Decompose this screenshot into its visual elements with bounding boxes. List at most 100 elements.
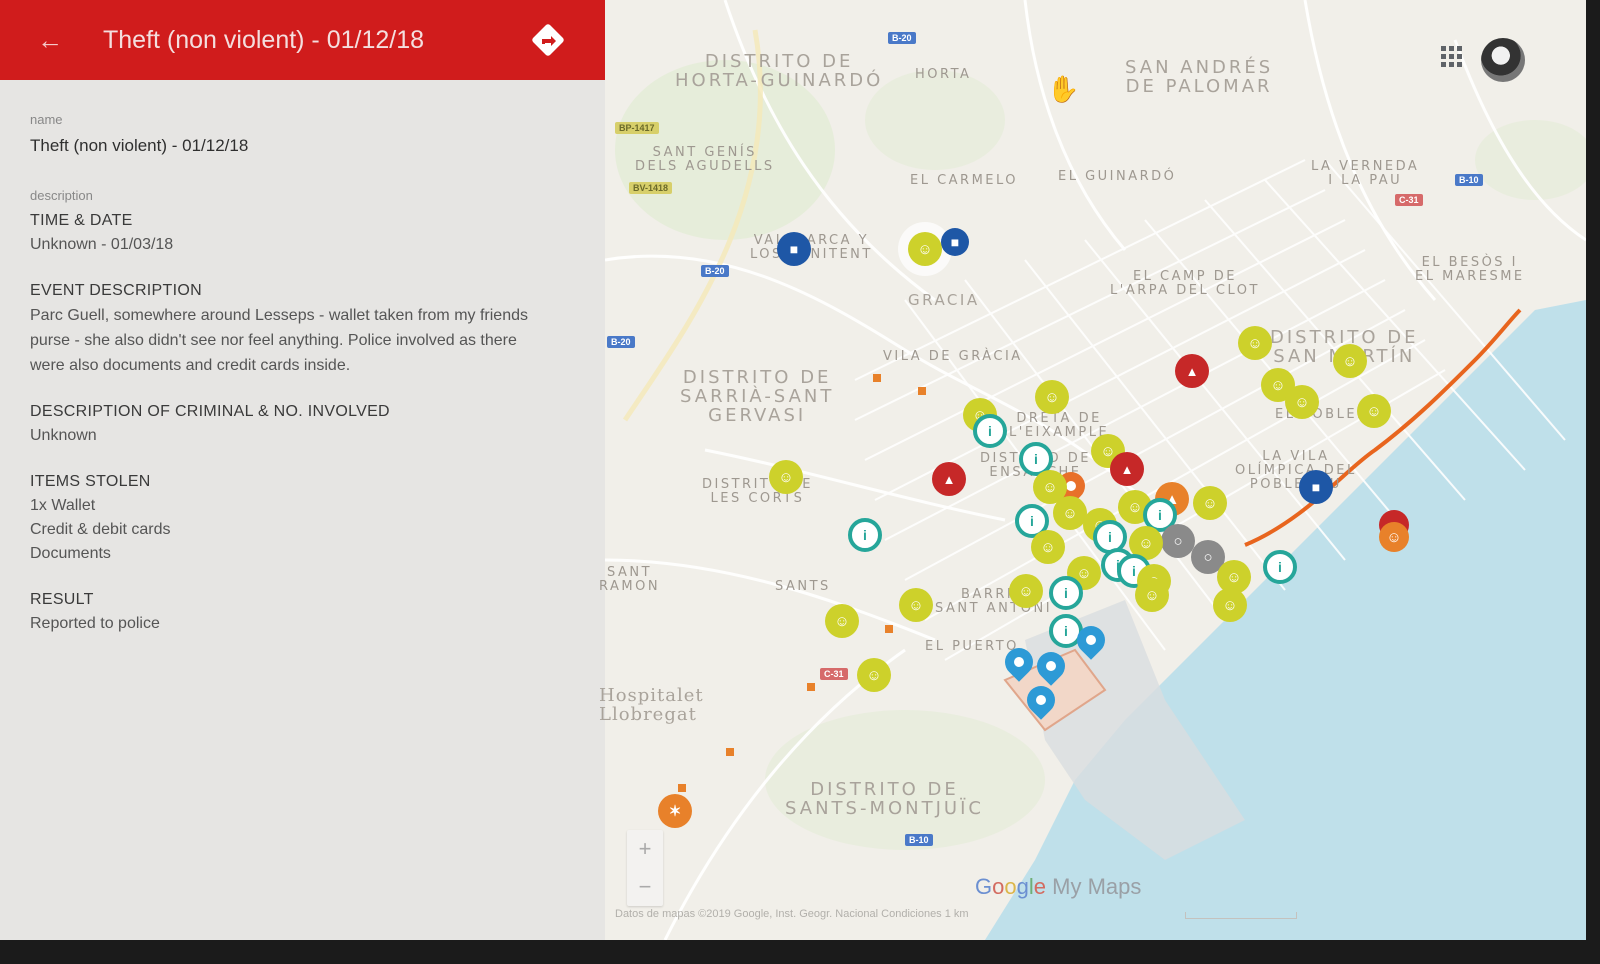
district-label-vallcarca: VALLCARCA Y LOS PENITENT: [750, 233, 873, 262]
district-label-san-andres: SAN ANDRÉS DE PALOMAR: [1125, 57, 1274, 97]
car-marker[interactable]: ■: [1299, 470, 1333, 504]
map-marker-small[interactable]: [873, 374, 881, 382]
district-label-vila-olimpica: LA VILA OLÍMPICA DEL POBLENOU: [1235, 449, 1357, 492]
district-label-eixample: DRETA DE L'EIXAMPLE: [1009, 411, 1110, 440]
name-label: name: [30, 112, 63, 127]
orange-marker[interactable]: ☺: [1379, 522, 1409, 552]
arrow-back-icon: ←: [37, 25, 63, 55]
pedestrian-marker[interactable]: ☺: [908, 232, 942, 266]
road-label: C-31: [820, 668, 848, 680]
directions-button[interactable]: [530, 22, 566, 58]
name-field: name Theft (non violent) - 01/12/18: [30, 112, 570, 158]
map-canvas[interactable]: DISTRITO DE HORTA-GUINARDÓ HORTA SAN AND…: [599, 0, 1586, 940]
info-marker[interactable]: i: [973, 414, 1007, 448]
pedestrian-marker[interactable]: ☺: [769, 460, 803, 494]
section-line: Documents: [30, 545, 111, 562]
district-label-el-carmelo: EL CARMELO: [910, 173, 1019, 188]
info-marker[interactable]: i: [848, 518, 882, 552]
pedestrian-marker[interactable]: ☺: [825, 604, 859, 638]
google-my-maps-logo: Google My Maps: [975, 874, 1142, 899]
warning-marker[interactable]: ▲: [1110, 452, 1144, 486]
district-label-sants: SANTS: [775, 579, 831, 594]
district-label-la-verneda: LA VERNEDA I LA PAU: [1311, 159, 1420, 188]
pedestrian-marker[interactable]: ☺: [1031, 530, 1065, 564]
section-criminal-description: DESCRIPTION OF CRIMINAL & NO. INVOLVED U…: [30, 400, 570, 448]
info-marker[interactable]: i: [1263, 550, 1297, 584]
pedestrian-marker[interactable]: ☺: [1238, 326, 1272, 360]
apps-grid-icon: [1441, 46, 1462, 67]
road-label: B-10: [905, 834, 933, 846]
section-line: Unknown - 01/03/18: [30, 236, 174, 253]
section-line: 1x Wallet: [30, 497, 96, 514]
section-heading: EVENT DESCRIPTION: [30, 282, 202, 299]
district-label-vila-gracia: VILA DE GRÀCIA: [883, 349, 1023, 364]
section-heading: RESULT: [30, 591, 94, 608]
section-line: Unknown: [30, 427, 97, 444]
section-time-date: TIME & DATE Unknown - 01/03/18: [30, 209, 570, 257]
district-label-gracia: GRACIA: [908, 291, 980, 309]
district-label-sant-ramon: SANT RAMON: [599, 565, 661, 594]
pedestrian-marker[interactable]: ☺: [1357, 394, 1391, 428]
map-attribution: Datos de mapas ©2019 Google, Inst. Geogr…: [615, 908, 969, 920]
district-label-horta-small: HORTA: [915, 67, 972, 82]
district-label-el-guinardo: EL GUINARDÓ: [1058, 169, 1177, 184]
zoom-in-button[interactable]: +: [627, 830, 663, 868]
name-value: Theft (non violent) - 01/12/18: [30, 136, 249, 155]
section-event-description: EVENT DESCRIPTION Parc Guell, somewhere …: [30, 279, 570, 378]
scale-bar: [1185, 912, 1297, 919]
road-label: BV-1418: [629, 182, 673, 194]
detail-panel: ← Theft (non violent) - 01/12/18 name Th…: [0, 0, 606, 940]
zoom-control: + −: [627, 830, 663, 906]
district-label-sant-genis: SANT GENÍS DELS AGUDELLS: [635, 145, 775, 174]
panel-title: Theft (non violent) - 01/12/18: [103, 26, 425, 54]
section-heading: DESCRIPTION OF CRIMINAL & NO. INVOLVED: [30, 403, 390, 420]
road-label: C-31: [1395, 194, 1423, 206]
map-marker-small[interactable]: [678, 784, 686, 792]
pedestrian-marker[interactable]: ☺: [1135, 578, 1169, 612]
section-items-stolen: ITEMS STOLEN 1x Wallet Credit & debit ca…: [30, 470, 570, 566]
pedestrian-marker[interactable]: ☺: [899, 588, 933, 622]
district-label-besos: EL BESÒS I EL MARESME: [1415, 255, 1525, 284]
district-label-hospitalet: Hospitalet Llobregat: [599, 685, 704, 725]
car-marker[interactable]: ■: [777, 232, 811, 266]
road-label: BP-1417: [615, 122, 659, 134]
district-label-camp-arpa: EL CAMP DE L'ARPA DEL CLOT: [1110, 269, 1260, 298]
pedestrian-marker[interactable]: ☺: [857, 658, 891, 692]
section-heading: ITEMS STOLEN: [30, 473, 151, 490]
road-label: B-20: [607, 336, 635, 348]
district-label-sarria: DISTRITO DE SARRIÀ-SANT GERVASI: [680, 367, 835, 426]
pedestrian-marker[interactable]: ☺: [1035, 380, 1069, 414]
orange-star-marker[interactable]: ✶: [658, 794, 692, 828]
user-avatar[interactable]: [1481, 38, 1525, 82]
section-line: Reported to police: [30, 615, 160, 632]
info-marker[interactable]: i: [1049, 576, 1083, 610]
district-label-sants-montjuic: DISTRITO DE SANTS-MONTJUÏC: [785, 779, 984, 819]
road-label: B-20: [888, 32, 916, 44]
apps-button[interactable]: [1437, 42, 1467, 72]
map-marker-small[interactable]: [918, 387, 926, 395]
pedestrian-marker[interactable]: ☺: [1285, 385, 1319, 419]
back-button[interactable]: ←: [30, 22, 70, 58]
map-marker-small[interactable]: [885, 625, 893, 633]
pedestrian-marker[interactable]: ☺: [1193, 486, 1227, 520]
section-line: Credit & debit cards: [30, 521, 171, 538]
map-marker-small[interactable]: [807, 683, 815, 691]
section-line: Parc Guell, somewhere around Lesseps - w…: [30, 307, 528, 374]
map-background: [605, 0, 1586, 940]
pedestrian-marker[interactable]: ☺: [1009, 574, 1043, 608]
zoom-out-button[interactable]: −: [627, 868, 663, 906]
section-result: RESULT Reported to police: [30, 588, 570, 636]
map-marker-small[interactable]: [726, 748, 734, 756]
road-label: B-20: [701, 265, 729, 277]
car-marker[interactable]: ■: [941, 228, 969, 256]
bicycle-marker[interactable]: ○: [1161, 524, 1195, 558]
pedestrian-marker[interactable]: ☺: [1333, 344, 1367, 378]
pedestrian-marker[interactable]: ☺: [1053, 496, 1087, 530]
hand-cursor-icon: ✋: [1047, 74, 1080, 104]
pedestrian-marker[interactable]: ☺: [1213, 588, 1247, 622]
screen: ← Theft (non violent) - 01/12/18 name Th…: [0, 0, 1586, 940]
warning-marker[interactable]: ▲: [1175, 354, 1209, 388]
warning-marker[interactable]: ▲: [932, 462, 966, 496]
district-label-horta: DISTRITO DE HORTA-GUINARDÓ: [675, 51, 884, 91]
road-label: B-10: [1455, 174, 1483, 186]
